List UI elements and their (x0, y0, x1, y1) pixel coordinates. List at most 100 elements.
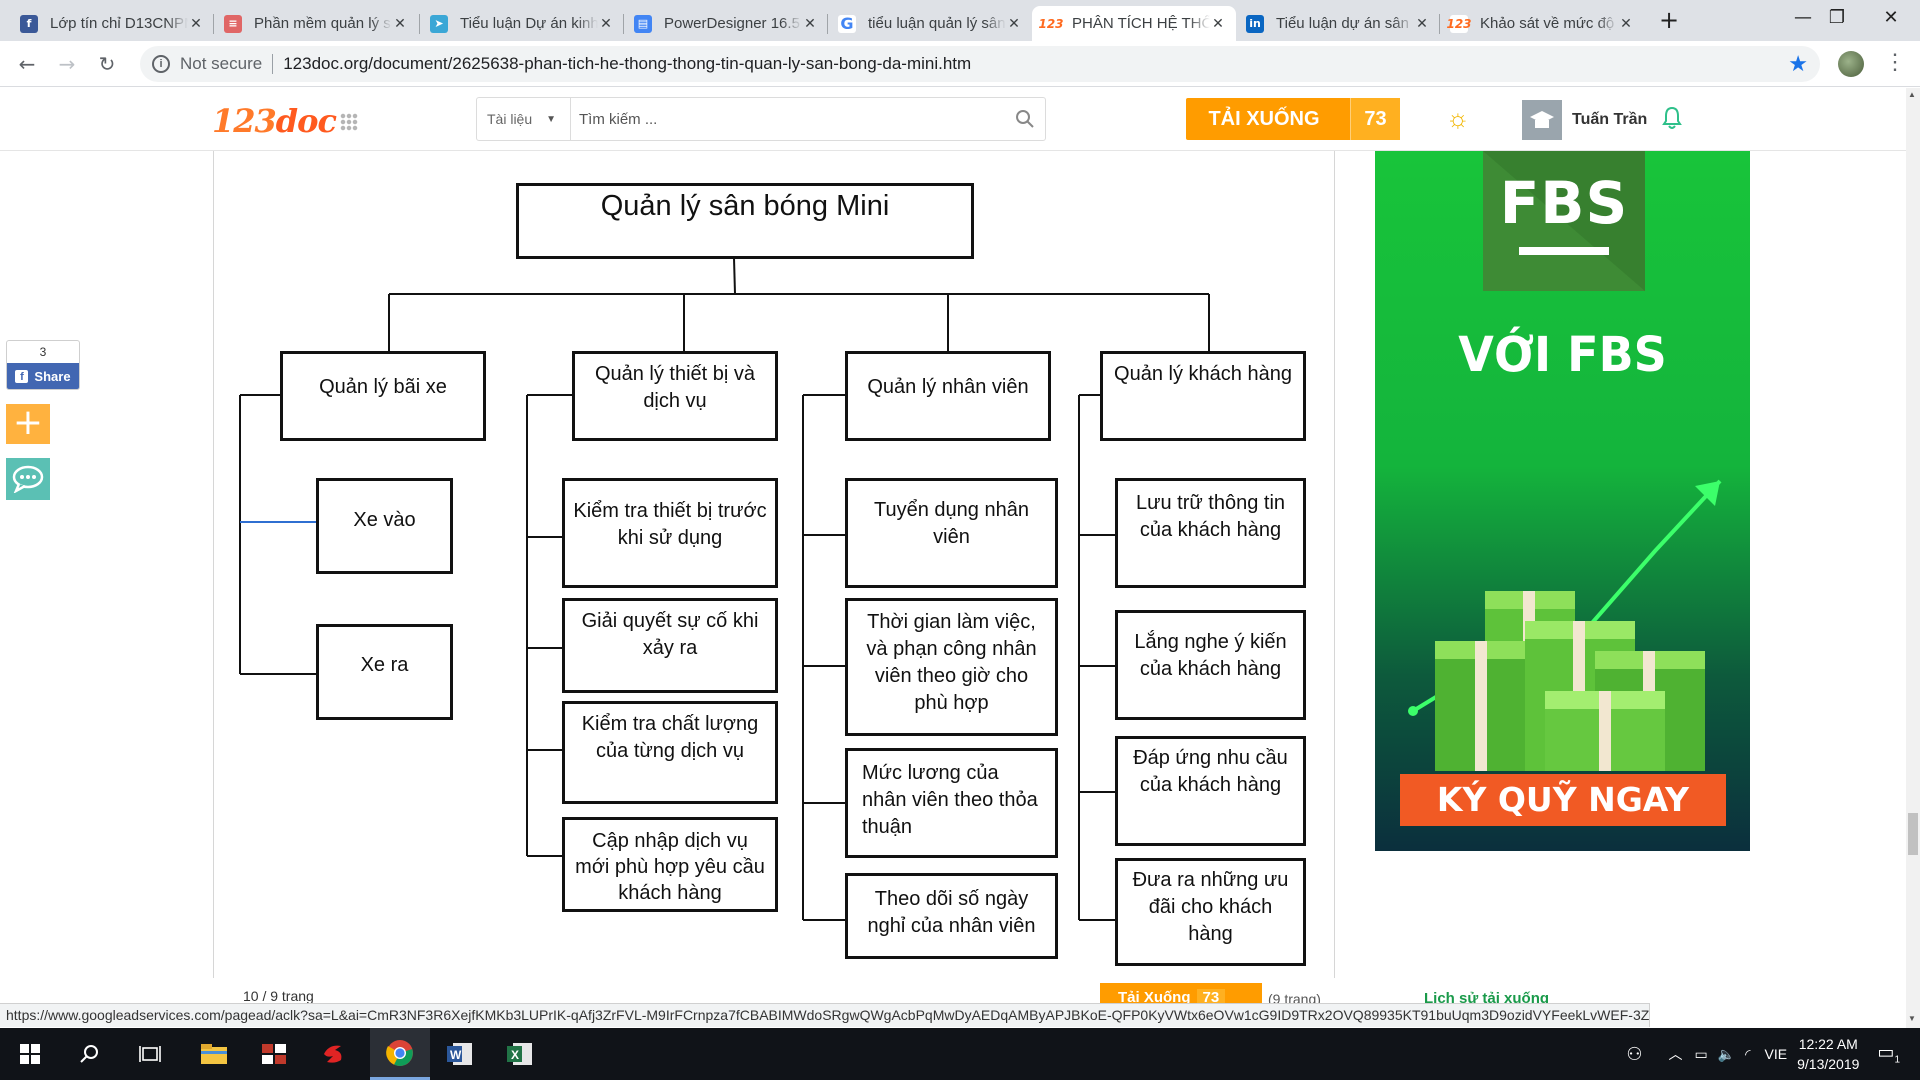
svg-text:X: X (511, 1048, 519, 1062)
people-icon[interactable]: ⚇ (1626, 1044, 1642, 1065)
reload-icon[interactable]: ↻ (92, 49, 122, 79)
url-text[interactable]: 123doc.org/document/2625638-phan-tich-he… (283, 54, 971, 74)
search-icon[interactable] (60, 1028, 120, 1080)
facebook-icon: f (15, 370, 29, 383)
close-tab-icon[interactable]: ✕ (188, 15, 204, 32)
scroll-up-icon[interactable]: ▲ (1908, 90, 1916, 99)
browser-tab[interactable]: f Lớp tín chỉ D13CNPM ✕ (10, 6, 214, 41)
notification-icon[interactable]: ▭1 (1877, 1042, 1900, 1066)
garena-icon[interactable] (304, 1028, 364, 1080)
diagram-branch-box: Quản lý khách hàng (1100, 351, 1306, 441)
windows-start-icon[interactable] (0, 1028, 60, 1080)
diagram-leaf-box: Tuyển dụng nhân viên (845, 478, 1058, 588)
bars-icon: ≡ (224, 14, 242, 33)
profile-avatar[interactable] (1838, 51, 1864, 77)
close-tab-icon[interactable]: ✕ (1006, 15, 1022, 32)
browser-tab[interactable]: in Tiểu luận dự án sân bóng✕ (1236, 6, 1440, 41)
taskbar: W X ⚇ ︿ ▭ 🔈 ◜ VIE 12:22 AM 9/13/2019 ▭1 (0, 1028, 1920, 1080)
word-icon[interactable]: W (430, 1028, 490, 1080)
advertisement[interactable]: FBS VỚI FBS KÝ QUỸ NGAY (1375, 151, 1750, 851)
scrollbar-track[interactable] (1906, 88, 1920, 1028)
ad-headline: VỚI FBS (1458, 325, 1667, 383)
search-input[interactable] (571, 98, 1005, 140)
chevron-up-icon[interactable]: ︿ (1668, 1044, 1682, 1064)
browser-tab[interactable]: ▤ PowerDesigner 16.5 ✕ (624, 6, 828, 41)
download-count: 73 (1350, 98, 1400, 140)
user-name[interactable]: Tuấn Trần (1572, 111, 1647, 129)
user-avatar[interactable] (1522, 100, 1562, 140)
battery-icon[interactable]: ▭ (1694, 1046, 1707, 1063)
tab-title: tiểu luận quản lý sân bóng (868, 15, 1006, 32)
diagram-leaf-box: Thời gian làm việc, và phạn công nhân vi… (845, 598, 1058, 736)
forward-icon[interactable]: → (52, 49, 82, 79)
linkedin-icon: in (1246, 14, 1264, 33)
new-tab-icon[interactable]: + (1640, 3, 1698, 37)
close-tab-icon[interactable]: ✕ (1414, 15, 1430, 32)
download-button[interactable]: TẢI XUỐNG 73 (1186, 98, 1400, 140)
diagram-branch-box: Quản lý nhân viên (845, 351, 1051, 441)
ad-cta-button[interactable]: KÝ QUỸ NGAY (1400, 774, 1726, 826)
site-header: 123doc Tài liệu ▼ TẢI XUỐNG 73 ☼ Tuấn Tr… (0, 88, 1906, 151)
volume-icon[interactable]: 🔈 (1718, 1046, 1735, 1063)
search-icon[interactable] (1005, 109, 1045, 129)
wifi-icon[interactable]: ◜ (1745, 1046, 1750, 1063)
search-box: Tài liệu ▼ (476, 97, 1046, 141)
diagram-leaf-box: Theo dõi số ngày nghỉ của nhân viên (845, 873, 1058, 959)
bell-icon[interactable] (1662, 106, 1682, 136)
close-tab-icon[interactable]: ✕ (1618, 15, 1634, 32)
diagram-leaf-box: Kiểm tra chất lượng của từng dịch vụ (562, 701, 778, 804)
back-icon[interactable]: ← (12, 49, 42, 79)
diagram-leaf-box: Cập nhập dịch vụ mới phù hợp yêu cầu khá… (562, 817, 778, 912)
tab-strip: f Lớp tín chỉ D13CNPM ✕ ≡ Phần mềm quản lý s… (0, 0, 1920, 41)
separator (272, 54, 274, 74)
close-tab-icon[interactable]: ✕ (392, 15, 408, 32)
sun-icon[interactable]: ☼ (1446, 103, 1470, 134)
chat-icon[interactable] (6, 458, 50, 500)
tab-title: PHÂN TÍCH HỆ THỐNG (1072, 15, 1210, 32)
menu-dots-icon[interactable]: ⋮ (1884, 49, 1906, 75)
site-logo[interactable]: 123doc (212, 102, 337, 140)
maximize-icon[interactable]: ❐ (1808, 0, 1866, 34)
browser-tab[interactable]: 123 Khảo sát về mức độ hài lòng✕ (1440, 6, 1644, 41)
app-icon[interactable] (244, 1028, 304, 1080)
tab-title: Khảo sát về mức độ hài lòng (1480, 15, 1618, 32)
browser-tab[interactable]: 123 PHÂN TÍCH HỆ THỐNG✕ (1032, 6, 1236, 41)
address-bar: ← → ↻ i Not secure 123doc.org/document/2… (0, 41, 1920, 87)
diagram-leaf-box: Đưa ra những ưu đãi cho khách hàng (1115, 858, 1306, 966)
page-indicator[interactable]: 10 / 9 trang (243, 988, 314, 1004)
task-view-icon[interactable] (120, 1028, 180, 1080)
diagram-leaf-box: Lắng nghe ý kiến của khách hàng (1115, 610, 1306, 720)
omnibox[interactable]: i Not secure 123doc.org/document/2625638… (140, 46, 1820, 82)
scroll-down-icon[interactable]: ▼ (1908, 1014, 1916, 1023)
google-icon: G (838, 14, 856, 33)
apps-grid-icon[interactable] (340, 113, 358, 131)
plus-icon[interactable]: + (6, 404, 50, 444)
close-tab-icon[interactable]: ✕ (1210, 15, 1226, 32)
clock[interactable]: 12:22 AM 9/13/2019 (1797, 1034, 1859, 1074)
money-stack-illustration (1408, 479, 1722, 771)
language-indicator[interactable]: VIE (1765, 1046, 1788, 1062)
status-bar-url: https://www.googleadservices.com/pagead/… (0, 1003, 1650, 1027)
browser-tab[interactable]: ≡ Phần mềm quản lý sân bóng✕ (214, 6, 418, 41)
excel-icon[interactable]: X (490, 1028, 550, 1080)
close-window-icon[interactable]: ✕ (1862, 0, 1920, 34)
diagram-leaf-box: Mức lương của nhân viên theo thỏa thuận (845, 748, 1058, 858)
search-category-select[interactable]: Tài liệu ▼ (477, 98, 571, 140)
123doc-icon: 123 (1446, 14, 1472, 33)
chrome-icon[interactable] (370, 1028, 430, 1080)
file-explorer-icon[interactable] (184, 1028, 244, 1080)
caret-down-icon: ▼ (546, 113, 557, 125)
browser-tab[interactable]: Gtiểu luận quản lý sân bóng✕ (828, 6, 1032, 41)
scrollbar-thumb[interactable] (1908, 813, 1918, 855)
close-tab-icon[interactable]: ✕ (802, 15, 818, 32)
tab-title: PowerDesigner 16.5 (664, 15, 800, 32)
arrow-icon: ➤ (430, 14, 448, 33)
system-tray: ⚇ ︿ ▭ 🔈 ◜ VIE 12:22 AM 9/13/2019 ▭1 (1626, 1028, 1920, 1080)
facebook-icon: f (20, 14, 38, 33)
tab-title: Phần mềm quản lý sân bóng (254, 15, 392, 32)
info-icon[interactable]: i (152, 55, 170, 73)
facebook-share-button[interactable]: 3 f Share (6, 340, 80, 390)
bookmark-star-icon[interactable]: ★ (1788, 51, 1808, 77)
browser-tab[interactable]: ➤ Tiểu luận Dự án kinh doanh✕ (420, 6, 624, 41)
close-tab-icon[interactable]: ✕ (598, 15, 614, 32)
